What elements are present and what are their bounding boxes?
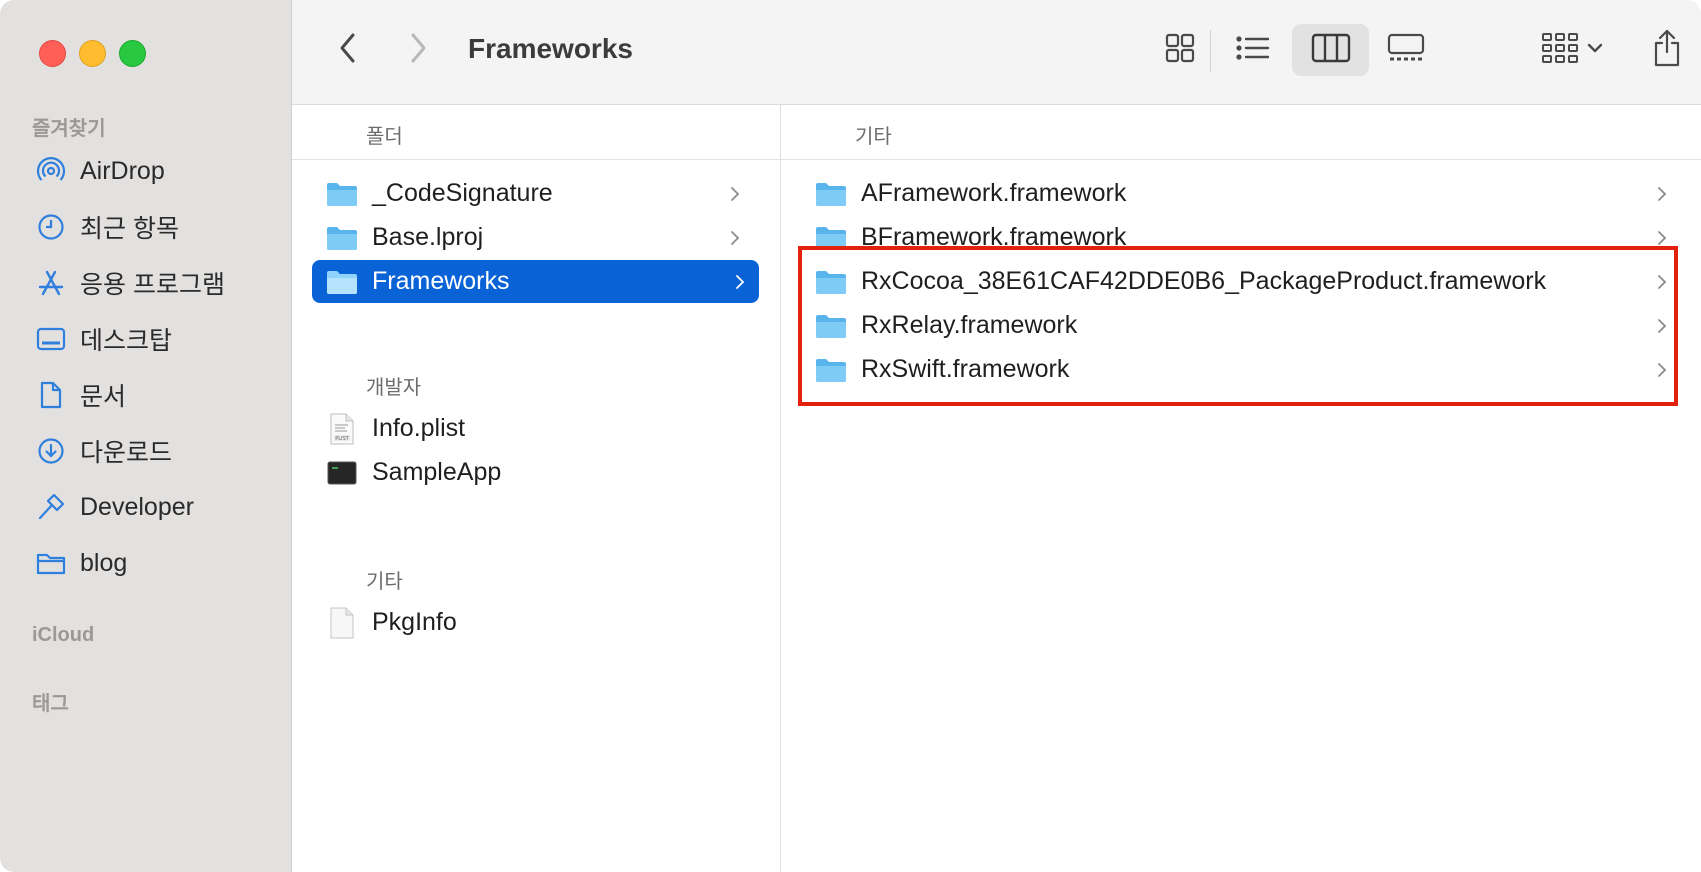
column-view-button[interactable] [1292,24,1369,76]
list-item[interactable]: PLIST Info.plist [312,407,754,450]
sidebar-item-developer[interactable]: Developer [34,487,274,527]
highlight-box [798,246,1678,406]
chevron-down-icon [1587,41,1603,59]
other-group-label: 기타 [366,571,403,593]
sidebar-item-label: 다운로드 [80,439,173,467]
svg-text:PLIST: PLIST [335,436,349,442]
toolbar-divider [1210,30,1211,72]
column-view-icon [1311,33,1351,68]
list-item[interactable]: SampleApp [312,451,754,494]
folder-icon [813,179,849,209]
sidebar-item-blog[interactable]: blog [34,543,274,583]
chevron-right-icon [728,184,742,204]
sidebar-item-label: 응용 프로그램 [80,271,225,299]
sidebar-item-applications[interactable]: 응용 프로그램 [34,263,274,303]
list-item[interactable]: Base.lproj [312,216,754,259]
item-name: Base.lproj [372,223,484,251]
list-item[interactable]: _CodeSignature [312,172,754,215]
back-button[interactable] [328,30,368,70]
chevron-right-icon [733,272,747,292]
gallery-view-button[interactable] [1375,24,1437,76]
plist-file-icon: PLIST [324,413,360,444]
forward-button[interactable] [398,30,438,70]
clock-icon [34,210,68,244]
item-name: SampleApp [372,458,502,486]
blank-file-icon [324,607,360,638]
column-frameworks: 기타 AFramework.framework BFramework.frame… [781,105,1701,872]
folder-icon [324,223,360,253]
item-name: PkgInfo [372,608,457,636]
column-header: 폴더 [292,105,780,160]
sidebar-item-recents[interactable]: 최근 항목 [34,207,274,247]
desktop-icon [34,322,68,356]
chevron-right-icon [728,228,742,248]
favorites-section-label: 즐겨찾기 [32,118,106,140]
developer-group-label: 개발자 [366,377,422,399]
icloud-section-label: iCloud [32,624,95,646]
zoom-window-button[interactable] [119,40,146,67]
sidebar-item-label: blog [80,548,128,577]
sidebar-item-label: Developer [80,492,194,521]
list-item[interactable]: PkgInfo [312,601,754,644]
list-item[interactable]: AFramework.framework [801,172,1681,215]
airdrop-icon [34,154,68,188]
share-icon [1652,28,1682,73]
finder-window: 즐겨찾기 AirDrop 최근 항목 응용 프로그램 데스크탑 문서 다운로드 … [0,0,1701,872]
applications-icon [34,266,68,300]
sidebar-item-label: AirDrop [80,156,165,185]
list-view-icon [1235,34,1271,67]
chevron-right-icon [1655,228,1669,248]
sidebar-item-label: 최근 항목 [80,215,179,243]
group-by-button[interactable] [1532,24,1612,76]
sidebar-item-label: 데스크탑 [80,327,173,355]
sidebar-item-label: 문서 [80,383,127,411]
item-name: _CodeSignature [372,179,553,207]
gallery-view-icon [1387,33,1425,68]
list-view-button[interactable] [1222,24,1284,76]
list-item-selected[interactable]: Frameworks [312,260,759,303]
sidebar-item-documents[interactable]: 문서 [34,375,274,415]
minimize-window-button[interactable] [79,40,106,67]
item-name: AFramework.framework [861,179,1127,207]
column-header-label: 기타 [855,126,892,148]
folder-icon [324,179,360,209]
icon-view-button[interactable] [1152,24,1208,76]
item-name: Frameworks [372,267,510,295]
close-window-button[interactable] [39,40,66,67]
sidebar-item-desktop[interactable]: 데스크탑 [34,319,274,359]
column-header-label: 폴더 [366,126,403,148]
column-header: 기타 [781,105,1701,160]
hammer-icon [34,490,68,524]
share-button[interactable] [1642,24,1692,76]
folder-icon [34,546,68,580]
column-folder: 폴더 _CodeSignature Base.lproj Frameworks … [292,105,781,872]
chevron-right-icon [408,32,428,69]
toolbar: Frameworks [292,0,1701,105]
sidebar-item-downloads[interactable]: 다운로드 [34,431,274,471]
executable-icon [324,458,360,488]
document-icon [34,378,68,412]
tags-section-label: 태그 [32,693,69,715]
item-name: Info.plist [372,414,466,442]
sidebar-item-airdrop[interactable]: AirDrop [34,151,274,191]
chevron-left-icon [338,32,358,69]
folder-icon [324,267,360,297]
sidebar: 즐겨찾기 AirDrop 최근 항목 응용 프로그램 데스크탑 문서 다운로드 … [0,0,292,872]
window-title: Frameworks [468,33,633,64]
group-by-icon [1541,31,1579,70]
download-icon [34,434,68,468]
grid-view-icon [1164,32,1196,69]
chevron-right-icon [1655,184,1669,204]
